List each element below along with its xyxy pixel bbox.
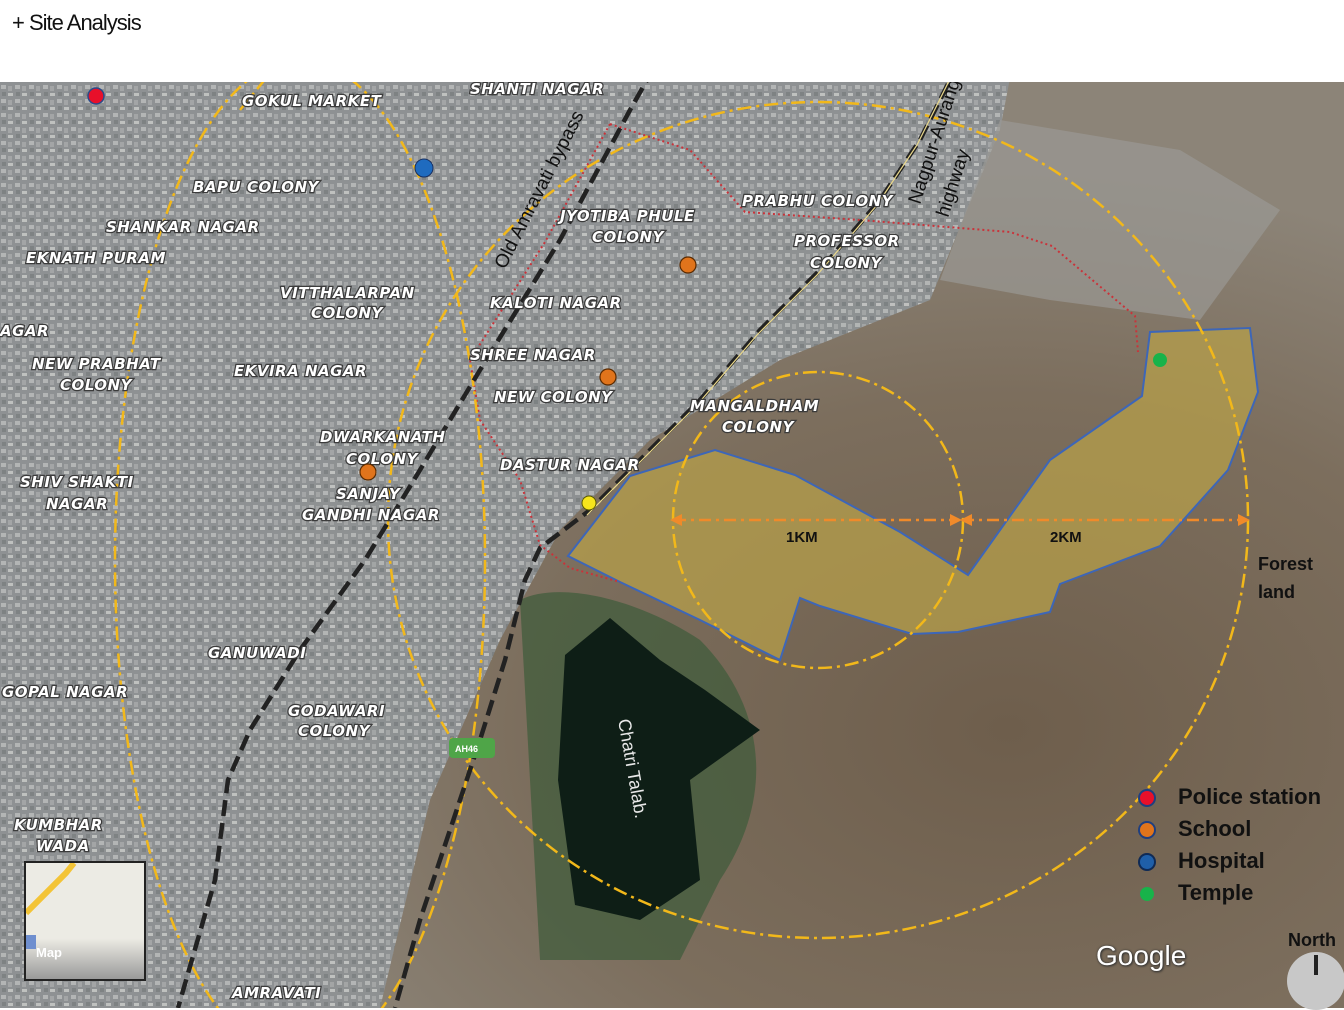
- legend-label: Police station: [1178, 784, 1322, 809]
- page-title: + Site Analysis: [12, 10, 142, 35]
- place-label: AMRAVATI: [231, 984, 321, 1002]
- place-label: COLONY: [60, 376, 134, 394]
- school-marker[interactable]: [599, 368, 617, 386]
- place-label: NAGAR: [46, 495, 108, 513]
- place-label: EKVIRA NAGAR: [234, 362, 367, 380]
- google-attribution: Google: [1096, 940, 1187, 971]
- nh-badge: AH46: [449, 738, 495, 758]
- place-label: VITTHALARPAN: [280, 284, 415, 302]
- legend-label: School: [1178, 816, 1252, 841]
- school-marker[interactable]: [679, 256, 697, 274]
- place-label: SANJAY: [336, 485, 402, 503]
- legend-label: Temple: [1178, 880, 1254, 905]
- place-label: COLONY: [346, 450, 420, 468]
- distance-label-2km: 2KM: [1050, 529, 1082, 546]
- place-label: GOPAL NAGAR: [2, 683, 128, 701]
- minimap-label: Map: [36, 945, 62, 960]
- place-label: WADA: [36, 837, 90, 855]
- police-station-marker[interactable]: [87, 87, 105, 105]
- place-label: BAPU COLONY: [193, 178, 321, 196]
- place-label: GANUWADI: [208, 644, 306, 662]
- place-label: NEW COLONY: [494, 388, 614, 406]
- place-label: SHIV SHAKTI: [20, 473, 134, 491]
- distance-label-1km: 1KM: [786, 529, 818, 546]
- school-marker[interactable]: [359, 463, 377, 481]
- north-label: North: [1288, 930, 1336, 950]
- place-label: PROFESSOR: [794, 232, 900, 250]
- police-dot-icon: [1140, 791, 1154, 805]
- header-bar: + Site Analysis: [0, 0, 1344, 82]
- place-label: KUMBHAR: [14, 816, 103, 834]
- place-label: COLONY: [592, 228, 666, 246]
- place-label: SHANKAR NAGAR: [106, 218, 260, 236]
- forest-land-label-2: land: [1258, 582, 1295, 602]
- hospital-marker[interactable]: [414, 158, 434, 178]
- minimap-toggle[interactable]: Map: [24, 861, 146, 981]
- place-label: SHREE NAGAR: [470, 346, 596, 364]
- temple-dot-icon: [1140, 887, 1154, 901]
- hospital-dot-icon: [1140, 855, 1154, 869]
- place-label: DWARKANATH: [320, 428, 445, 446]
- place-label: JYOTIBA PHULE: [557, 207, 695, 225]
- place-label: COLONY: [311, 304, 385, 322]
- place-label: PRABHU COLONY: [742, 192, 895, 210]
- place-label: AGAR: [0, 322, 49, 340]
- place-label: COLONY: [810, 254, 884, 272]
- place-label: SHANTI NAGAR: [470, 80, 604, 98]
- forest-land-label-1: Forest: [1258, 554, 1313, 574]
- school-dot-icon: [1140, 823, 1154, 837]
- minimap-road-icon: [26, 863, 77, 949]
- temple-marker[interactable]: [1153, 353, 1167, 367]
- place-label: GODAWARI: [288, 702, 385, 720]
- north-needle-icon: [1314, 955, 1318, 975]
- site-marker-icon: [581, 495, 597, 511]
- nh-badge-label: AH46: [455, 744, 478, 754]
- place-label: GANDHI NAGAR: [302, 506, 440, 524]
- place-label: KALOTI NAGAR: [490, 294, 622, 312]
- legend-label: Hospital: [1178, 848, 1265, 873]
- place-label: EKNATH PURAM: [26, 249, 166, 267]
- place-label: MANGALDHAM: [690, 397, 819, 415]
- place-label: GOKUL MARKET: [242, 92, 383, 110]
- north-compass-icon: [1287, 952, 1344, 1010]
- place-label: NEW PRABHAT: [32, 355, 162, 373]
- place-label: COLONY: [722, 418, 796, 436]
- place-label: COLONY: [298, 722, 372, 740]
- place-label: DASTUR NAGAR: [500, 456, 640, 474]
